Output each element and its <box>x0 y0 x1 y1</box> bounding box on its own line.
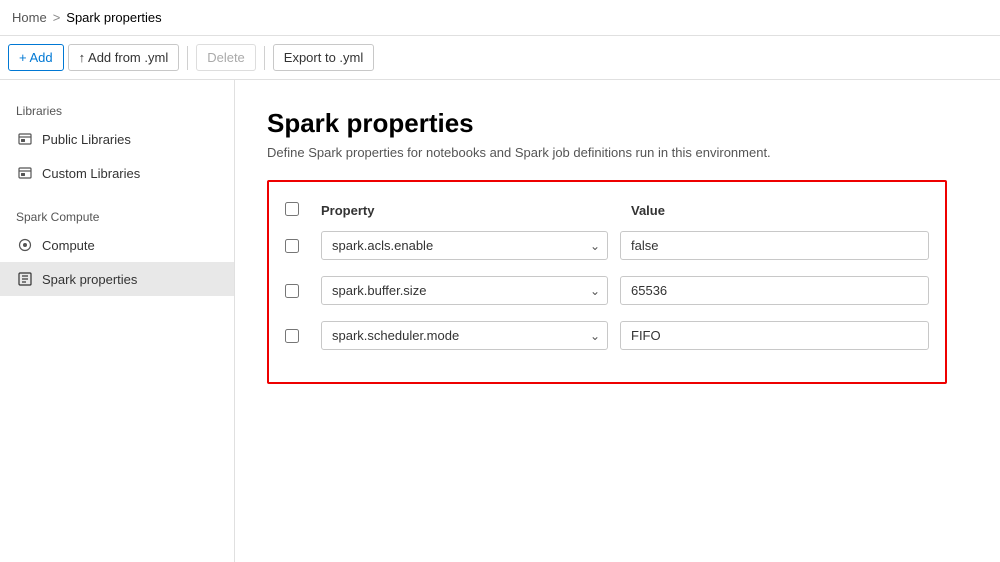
sidebar-item-public-libraries[interactable]: Public Libraries <box>0 122 234 156</box>
select-all-checkbox[interactable] <box>285 202 299 216</box>
spark-compute-section-label: Spark Compute <box>0 202 234 228</box>
header-property-col: Property <box>321 203 619 218</box>
table-row: spark.scheduler.mode ⌄ <box>285 321 929 350</box>
row-3-checkbox[interactable] <box>285 329 299 343</box>
row-3-property-select[interactable]: spark.scheduler.mode <box>321 321 608 350</box>
properties-table-header: Property Value <box>285 198 929 231</box>
add-from-yml-button[interactable]: ↑ Add from .yml <box>68 44 180 71</box>
row-2-checkbox[interactable] <box>285 284 299 298</box>
sidebar-item-compute[interactable]: Compute <box>0 228 234 262</box>
toolbar-separator-2 <box>264 46 265 70</box>
page-title: Spark properties <box>267 108 968 139</box>
row-2-value-input[interactable] <box>620 276 929 305</box>
row-2-property-select[interactable]: spark.buffer.size <box>321 276 608 305</box>
sidebar: Libraries Public Libraries Custom Librar… <box>0 80 235 562</box>
row-3-checkbox-col <box>285 329 321 343</box>
row-3-property-wrapper: spark.scheduler.mode ⌄ <box>321 321 608 350</box>
page-description: Define Spark properties for notebooks an… <box>267 145 968 160</box>
row-2-property-wrapper: spark.buffer.size ⌄ <box>321 276 608 305</box>
main-content: Spark properties Define Spark properties… <box>235 80 1000 562</box>
row-2-checkbox-col <box>285 284 321 298</box>
table-row: spark.buffer.size ⌄ <box>285 276 929 305</box>
custom-libraries-icon <box>16 164 34 182</box>
toolbar-separator-1 <box>187 46 188 70</box>
add-button[interactable]: + Add <box>8 44 64 71</box>
breadcrumb-separator: > <box>53 10 61 25</box>
breadcrumb-current: Spark properties <box>66 10 161 25</box>
row-1-property-wrapper: spark.acls.enable ⌄ <box>321 231 608 260</box>
custom-libraries-label: Custom Libraries <box>42 166 140 181</box>
table-row: spark.acls.enable ⌄ <box>285 231 929 260</box>
properties-table: Property Value spark.acls.enable ⌄ <box>267 180 947 384</box>
row-1-property-select[interactable]: spark.acls.enable <box>321 231 608 260</box>
export-button[interactable]: Export to .yml <box>273 44 374 71</box>
header-checkbox-col <box>285 202 321 219</box>
header-value-col: Value <box>631 203 929 218</box>
row-3-value-input[interactable] <box>620 321 929 350</box>
breadcrumb-home[interactable]: Home <box>12 10 47 25</box>
breadcrumb: Home > Spark properties <box>0 0 1000 36</box>
public-libraries-icon <box>16 130 34 148</box>
delete-button[interactable]: Delete <box>196 44 256 71</box>
row-1-value-input[interactable] <box>620 231 929 260</box>
sidebar-item-spark-properties[interactable]: Spark properties <box>0 262 234 296</box>
toolbar: + Add ↑ Add from .yml Delete Export to .… <box>0 36 1000 80</box>
app-layout: Libraries Public Libraries Custom Librar… <box>0 80 1000 562</box>
public-libraries-label: Public Libraries <box>42 132 131 147</box>
spark-properties-label: Spark properties <box>42 272 137 287</box>
row-1-checkbox-col <box>285 239 321 253</box>
spark-properties-icon <box>16 270 34 288</box>
row-1-checkbox[interactable] <box>285 239 299 253</box>
sidebar-item-custom-libraries[interactable]: Custom Libraries <box>0 156 234 190</box>
libraries-section-label: Libraries <box>0 96 234 122</box>
compute-label: Compute <box>42 238 95 253</box>
compute-icon <box>16 236 34 254</box>
